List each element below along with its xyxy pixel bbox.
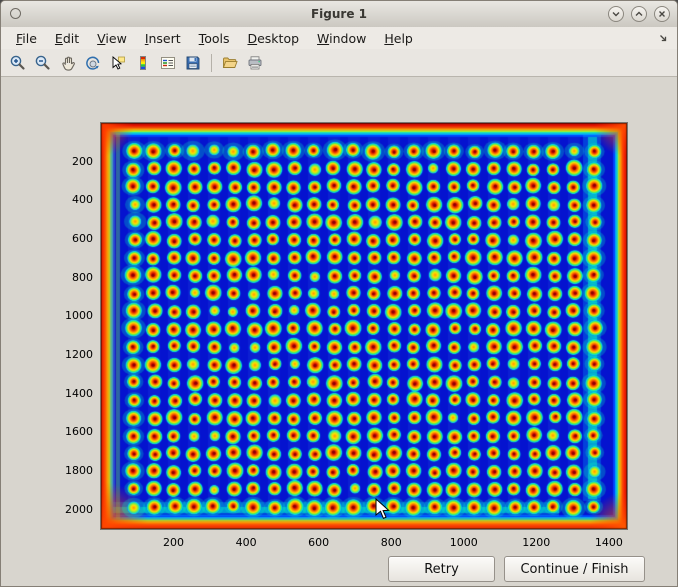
menu-item-desktop[interactable]: Desktop <box>238 29 308 48</box>
figure-toolbar <box>1 49 677 77</box>
x-axis-label: 800 <box>367 536 415 549</box>
x-axis-label: 600 <box>295 536 343 549</box>
y-axis-label: 1200 <box>39 348 93 361</box>
undock-button[interactable] <box>658 33 669 44</box>
figure-image[interactable] <box>101 123 627 529</box>
figure-window: Figure 1 File Edit View Insert Tools Des… <box>0 0 678 587</box>
y-axis-label: 200 <box>39 155 93 168</box>
zoom-in-icon <box>9 54 27 72</box>
y-axis-label: 2000 <box>39 503 93 516</box>
zoom-in-button[interactable] <box>6 51 30 75</box>
continue-finish-button[interactable]: Continue / Finish <box>504 556 645 582</box>
print-button[interactable] <box>243 51 267 75</box>
toolbar-separator <box>211 54 212 72</box>
chevron-down-icon <box>611 9 621 19</box>
menu-item-file[interactable]: File <box>7 29 46 48</box>
window-controls <box>608 6 670 22</box>
y-axis-label: 800 <box>39 271 93 284</box>
x-axis-label: 1200 <box>512 536 560 549</box>
save-icon <box>184 54 202 72</box>
chevron-up-icon <box>634 9 644 19</box>
zoom-out-icon <box>34 54 52 72</box>
x-axis-label: 400 <box>222 536 270 549</box>
y-axis-label: 400 <box>39 193 93 206</box>
rotate-3d-button[interactable] <box>81 51 105 75</box>
print-icon <box>246 54 264 72</box>
menu-item-insert[interactable]: Insert <box>136 29 190 48</box>
menu-item-window[interactable]: Window <box>308 29 375 48</box>
close-button[interactable] <box>654 6 670 22</box>
menu-item-help[interactable]: Help <box>375 29 422 48</box>
figure-canvas-area: Retry Continue / Finish 200 400 600 800 1000… <box>1 77 677 586</box>
data-cursor-icon <box>109 54 127 72</box>
menu-item-tools[interactable]: Tools <box>190 29 239 48</box>
y-axis-label: 1800 <box>39 464 93 477</box>
maximize-button[interactable] <box>631 6 647 22</box>
open-folder-icon <box>221 54 239 72</box>
data-cursor-button[interactable] <box>106 51 130 75</box>
colorbar-icon <box>134 54 152 72</box>
zoom-out-button[interactable] <box>31 51 55 75</box>
menu-bar: File Edit View Insert Tools Desktop Wind… <box>1 27 677 49</box>
y-axis-label: 1000 <box>39 309 93 322</box>
colorbar-button[interactable] <box>131 51 155 75</box>
menu-item-view[interactable]: View <box>88 29 136 48</box>
pan-hand-icon <box>59 54 77 72</box>
minimize-button[interactable] <box>608 6 624 22</box>
close-icon <box>657 9 667 19</box>
rotate-3d-icon <box>84 54 102 72</box>
y-axis-label: 1600 <box>39 425 93 438</box>
title-bar[interactable]: Figure 1 <box>1 1 677 28</box>
x-axis-label: 1400 <box>585 536 633 549</box>
save-button[interactable] <box>181 51 205 75</box>
x-axis-label: 1000 <box>440 536 488 549</box>
retry-button[interactable]: Retry <box>388 556 495 582</box>
y-axis-label: 1400 <box>39 387 93 400</box>
open-folder-button[interactable] <box>218 51 242 75</box>
legend-button[interactable] <box>156 51 180 75</box>
x-axis-label: 200 <box>150 536 198 549</box>
menu-item-edit[interactable]: Edit <box>46 29 88 48</box>
undock-arrow-icon <box>658 33 669 44</box>
pan-button[interactable] <box>56 51 80 75</box>
y-axis-label: 600 <box>39 232 93 245</box>
legend-icon <box>159 54 177 72</box>
window-title: Figure 1 <box>1 1 677 27</box>
